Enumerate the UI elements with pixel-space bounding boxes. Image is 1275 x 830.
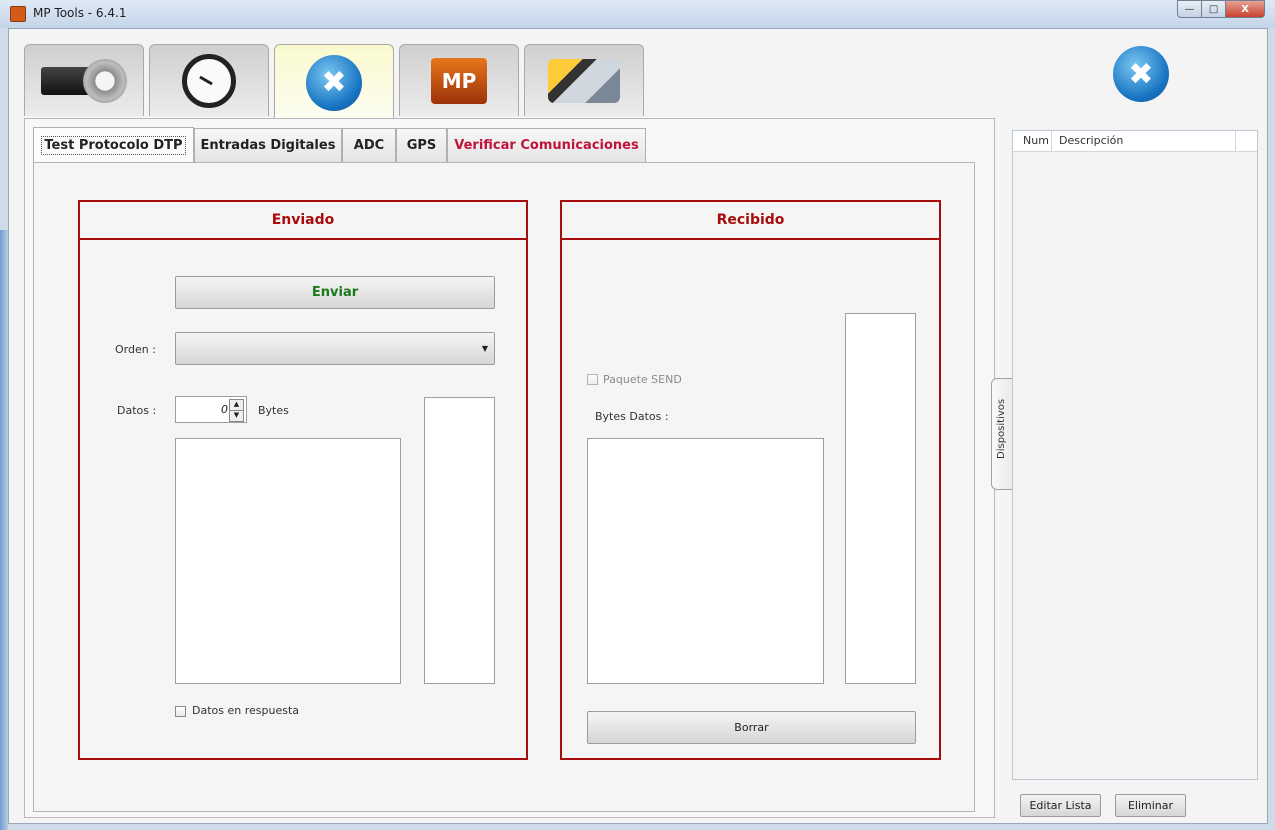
cable-connector-icon <box>548 58 620 103</box>
tools-icon: ✖ <box>1113 46 1169 102</box>
tab-adc[interactable]: ADC <box>342 128 396 162</box>
mp-tools-icon: MP <box>431 57 487 104</box>
tab-clock[interactable] <box>149 44 269 116</box>
tab-verificar-comunicaciones[interactable]: Verificar Comunicaciones <box>447 128 646 162</box>
delete-button[interactable]: Eliminar <box>1115 794 1186 817</box>
tab-test-protocolo-dtp[interactable]: Test Protocolo DTP <box>33 127 194 163</box>
app-icon <box>10 6 26 22</box>
tab-gps[interactable]: GPS <box>396 128 447 162</box>
datos-textarea[interactable] <box>175 438 401 684</box>
send-button[interactable]: Enviar <box>175 276 495 309</box>
datos-value: 0 <box>221 403 228 416</box>
tab-label: ADC <box>353 138 385 153</box>
orden-label: Orden : <box>115 343 156 356</box>
column-divider <box>1235 131 1236 151</box>
window-title: MP Tools - 6.4.1 <box>33 6 127 20</box>
tab-label: Test Protocolo DTP <box>41 136 186 155</box>
column-header-num[interactable]: Num <box>1023 134 1049 147</box>
paquete-send-label: Paquete SEND <box>603 373 682 386</box>
tab-communications[interactable] <box>524 44 644 116</box>
window-controls: — □ X <box>1177 0 1265 20</box>
side-tab-label: Dispositivos <box>996 398 1007 459</box>
stepper-down-icon[interactable]: ▼ <box>229 410 244 422</box>
minimize-button[interactable]: — <box>1177 0 1202 18</box>
dispositivos-side-tab[interactable]: Dispositivos <box>991 378 1013 490</box>
tab-entradas-digitales[interactable]: Entradas Digitales <box>194 128 342 162</box>
device-list[interactable] <box>1012 130 1258 780</box>
tab-mp-tools[interactable]: MP <box>399 44 519 116</box>
maximize-button[interactable]: □ <box>1201 0 1226 18</box>
datos-stepper[interactable]: 0 ▲ ▼ <box>175 396 247 423</box>
datos-hex-box[interactable] <box>424 397 495 684</box>
datos-en-respuesta-checkbox[interactable] <box>175 706 186 717</box>
bytes-datos-label: Bytes Datos : <box>595 410 669 423</box>
tab-label: Verificar Comunicaciones <box>454 138 639 153</box>
close-button[interactable]: X <box>1225 0 1265 18</box>
enviado-header: Enviado <box>78 200 528 240</box>
recibido-header: Recibido <box>560 200 941 240</box>
clock-icon <box>182 53 236 108</box>
tab-configuration[interactable] <box>24 44 144 116</box>
column-header-descripcion[interactable]: Descripción <box>1059 134 1123 147</box>
desktop-edge <box>0 230 8 830</box>
tab-label: GPS <box>406 138 437 153</box>
chevron-down-icon: ▼ <box>481 344 488 353</box>
recibido-hex-box[interactable] <box>845 313 916 684</box>
tools-icon: ✖ <box>306 54 362 111</box>
clear-button[interactable]: Borrar <box>587 711 916 744</box>
device-list-header: Num Descripción <box>1013 131 1257 152</box>
tab-tools[interactable]: ✖ <box>274 44 394 120</box>
datos-en-respuesta-label: Datos en respuesta <box>192 704 300 717</box>
title-bar <box>0 0 1275 28</box>
edit-list-button[interactable]: Editar Lista <box>1020 794 1101 817</box>
bytes-label: Bytes <box>258 404 289 417</box>
tab-label: Entradas Digitales <box>200 138 336 153</box>
orden-select[interactable]: ▼ <box>175 332 495 365</box>
gear-icon <box>83 58 127 103</box>
recibido-textarea[interactable] <box>587 438 824 684</box>
datos-label: Datos : <box>117 404 157 417</box>
column-divider <box>1051 131 1052 151</box>
paquete-send-checkbox[interactable] <box>587 374 598 385</box>
